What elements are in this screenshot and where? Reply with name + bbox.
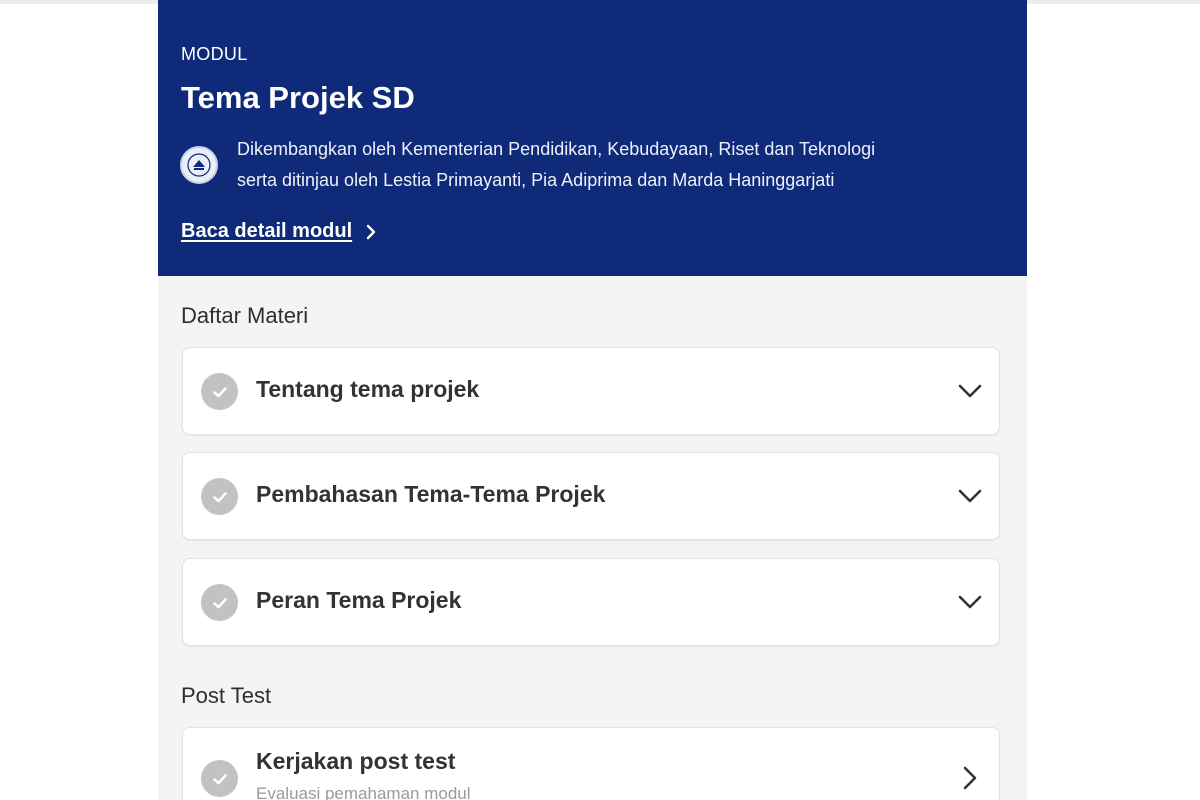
material-item-label: Tentang tema projek (256, 376, 480, 402)
module-panel: MODUL Tema Projek SD Dikembangkan oleh K… (158, 0, 1027, 800)
material-item-label: Pembahasan Tema-Tema Projek (256, 481, 606, 507)
material-item-label: Peran Tema Projek (256, 587, 462, 613)
post-test-heading: Post Test (181, 683, 272, 708)
materials-heading: Daftar Materi (181, 303, 309, 328)
chevron-right-icon (366, 224, 376, 239)
check-circle-icon (201, 584, 238, 621)
post-test-subtitle: Evaluasi pemahaman modul (256, 784, 471, 800)
material-item-tentang-tema-projek[interactable]: Tentang tema projek (182, 347, 1000, 435)
chevron-down-icon (958, 595, 982, 609)
chevron-down-icon (958, 384, 982, 398)
check-circle-icon (201, 760, 238, 797)
read-module-detail-link[interactable]: Baca detail modul (181, 220, 378, 243)
kemendikbud-seal-icon (180, 146, 218, 184)
module-credit: Dikembangkan oleh Kementerian Pendidikan… (237, 134, 997, 196)
credit-line-1: Dikembangkan oleh Kementerian Pendidikan… (237, 139, 876, 159)
detail-link-label: Baca detail modul (181, 220, 353, 242)
check-circle-icon (201, 478, 238, 515)
chevron-down-icon (958, 489, 982, 503)
check-circle-icon (201, 373, 238, 410)
post-test-item[interactable]: Kerjakan post test Evaluasi pemahaman mo… (182, 727, 1000, 800)
material-item-peran-tema-projek[interactable]: Peran Tema Projek (182, 558, 1000, 646)
credit-line-2: serta ditinjau oleh Lestia Primayanti, P… (237, 170, 835, 190)
post-test-label: Kerjakan post test (256, 748, 456, 774)
module-title: Tema Projek SD (181, 80, 415, 115)
module-overline: MODUL (181, 44, 248, 64)
material-item-pembahasan-tema-tema-projek[interactable]: Pembahasan Tema-Tema Projek (182, 452, 1000, 540)
module-header: MODUL Tema Projek SD Dikembangkan oleh K… (158, 0, 1027, 276)
chevron-right-icon (963, 766, 977, 790)
